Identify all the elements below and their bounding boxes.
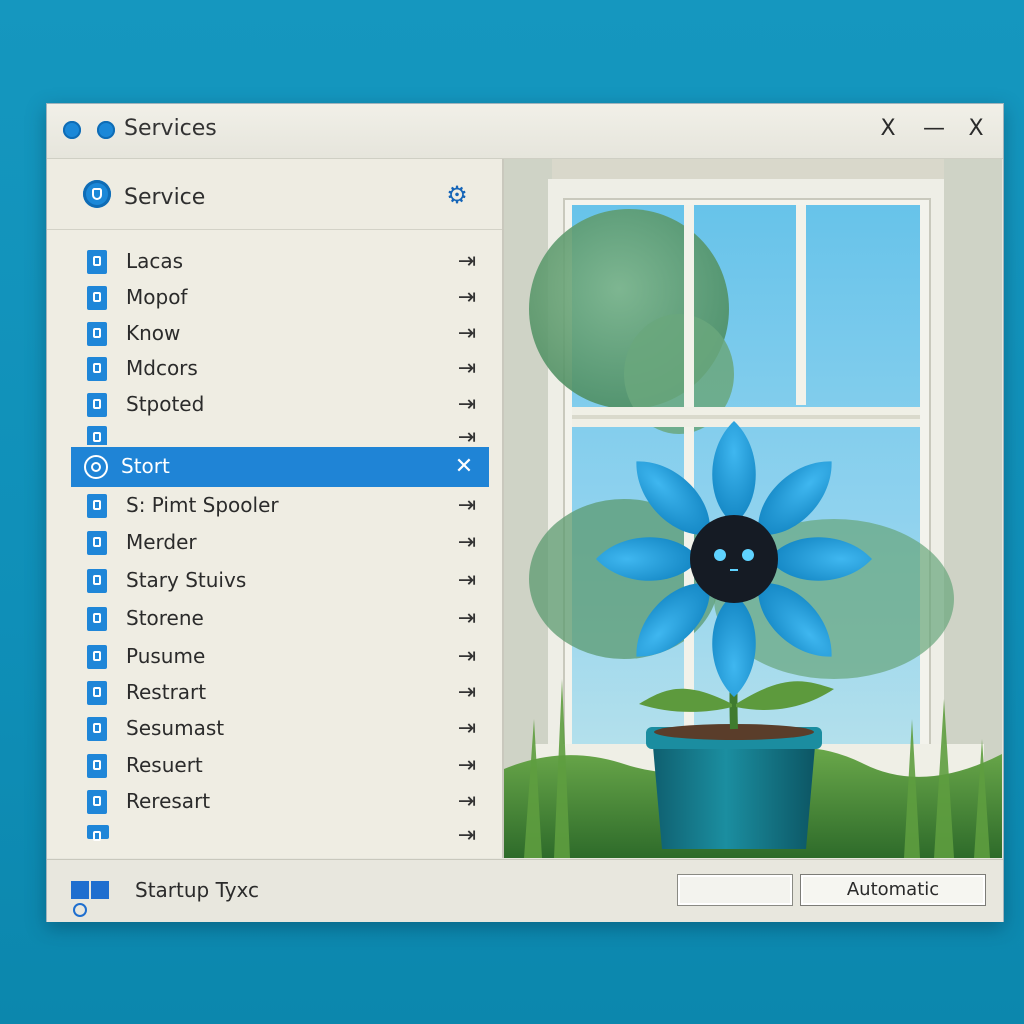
list-item-label: Lacas (126, 249, 184, 273)
service-icon (87, 393, 107, 417)
plant-pot-with-blue-flower-icon (504, 159, 1002, 858)
list-item-label: Reresart (126, 789, 211, 813)
action-icon[interactable]: ⇥ (451, 790, 481, 814)
close-icon[interactable]: ✕ (448, 455, 478, 479)
minimize-icon[interactable]: — (917, 112, 951, 146)
panel-header-label: Service (124, 185, 206, 210)
list-item[interactable]: Mopof ⇥ (47, 281, 502, 317)
list-item-label: Stort (121, 454, 170, 478)
close-icon[interactable]: X (871, 112, 905, 146)
list-item[interactable]: Sesumast ⇥ (47, 712, 502, 748)
list-item-selected[interactable]: Stort ✕ (71, 447, 489, 487)
action-icon[interactable]: ⇥ (451, 531, 481, 555)
gear-icon (84, 455, 108, 479)
list-item-label: Merder (126, 530, 197, 554)
list-item-label: Stpoted (126, 392, 205, 416)
action-icon[interactable]: ⇥ (451, 607, 481, 631)
list-item-label: Sesumast (126, 716, 225, 740)
list-item[interactable]: Stpoted ⇥ (47, 388, 502, 424)
service-icon (87, 357, 107, 381)
startup-type-label: Startup Tyxc (135, 878, 260, 902)
startup-type-icon (71, 881, 115, 917)
service-icon (87, 754, 107, 778)
action-icon[interactable]: ⇥ (451, 824, 481, 848)
gear-icon[interactable]: ⚙ (445, 183, 469, 207)
action-icon[interactable]: ⇥ (451, 645, 481, 669)
window-title: Services (124, 116, 217, 141)
action-icon[interactable]: ⇥ (451, 426, 481, 446)
service-icon (87, 645, 107, 669)
panel-header: Service ⚙ (47, 159, 502, 230)
action-icon[interactable]: ⇥ (451, 322, 481, 346)
services-window: Services X — X Service ⚙ Lacas ⇥ Mopof ⇥… (46, 103, 1004, 922)
action-icon[interactable]: ⇥ (451, 681, 481, 705)
automatic-button[interactable]: Automatic (800, 874, 986, 906)
service-icon (87, 250, 107, 274)
service-icon (87, 531, 107, 555)
list-item-label: Stary Stuivs (126, 568, 247, 592)
list-item-label: Storene (126, 606, 204, 630)
service-icon (87, 426, 107, 445)
window-illustration (504, 159, 1002, 858)
close-icon[interactable]: X (959, 112, 993, 146)
title-bar: Services X — X (47, 104, 1003, 159)
list-item[interactable]: Mdcors ⇥ (47, 352, 502, 388)
service-icon (87, 607, 107, 631)
list-item[interactable]: Know ⇥ (47, 317, 502, 353)
list-item[interactable]: Lacas ⇥ (47, 245, 502, 281)
action-icon[interactable]: ⇥ (451, 754, 481, 778)
list-item-label: Mdcors (126, 356, 198, 380)
action-icon[interactable]: ⇥ (451, 250, 481, 274)
action-icon[interactable]: ⇥ (451, 569, 481, 593)
service-icon (87, 322, 107, 346)
services-list-panel: Service ⚙ Lacas ⇥ Mopof ⇥ Know ⇥ Mdcors … (47, 159, 504, 858)
action-icon[interactable]: ⇥ (451, 357, 481, 381)
action-icon[interactable]: ⇥ (451, 393, 481, 417)
list-item[interactable]: Merder ⇥ (47, 526, 502, 562)
service-icon (87, 286, 107, 310)
list-item-label: Resuert (126, 753, 203, 777)
list-item-label: S: Pimt Spooler (126, 493, 279, 517)
service-icon (87, 569, 107, 593)
service-icon (87, 681, 107, 705)
list-item[interactable]: ⇥ (47, 421, 502, 445)
list-item[interactable]: Stary Stuivs ⇥ (47, 564, 502, 600)
list-item[interactable]: Resuert ⇥ (47, 749, 502, 785)
list-item[interactable]: Reresart ⇥ (47, 785, 502, 821)
shield-icon (83, 180, 111, 208)
window-dot-icon (63, 121, 81, 139)
service-icon (87, 717, 107, 741)
list-item[interactable]: Pusume ⇥ (47, 640, 502, 676)
list-item-label: Know (126, 321, 181, 345)
list-item[interactable]: S: Pimt Spooler ⇥ (47, 489, 502, 525)
service-icon (87, 790, 107, 814)
list-item[interactable]: Restrart ⇥ (47, 676, 502, 712)
service-icon (87, 825, 109, 841)
window-dot-icon (97, 121, 115, 139)
action-icon[interactable]: ⇥ (451, 286, 481, 310)
list-item-label: Restrart (126, 680, 207, 704)
service-icon (87, 494, 107, 518)
list-item-label: Mopof (126, 285, 188, 309)
action-icon[interactable]: ⇥ (451, 494, 481, 518)
list-item[interactable]: Storene ⇥ (47, 602, 502, 638)
list-item-label: Pusume (126, 644, 206, 668)
footer-bar: Startup Tyxc Automatic (47, 859, 1003, 922)
list-item[interactable]: ⇥ (47, 819, 502, 849)
startup-type-field[interactable] (677, 874, 793, 906)
action-icon[interactable]: ⇥ (451, 717, 481, 741)
